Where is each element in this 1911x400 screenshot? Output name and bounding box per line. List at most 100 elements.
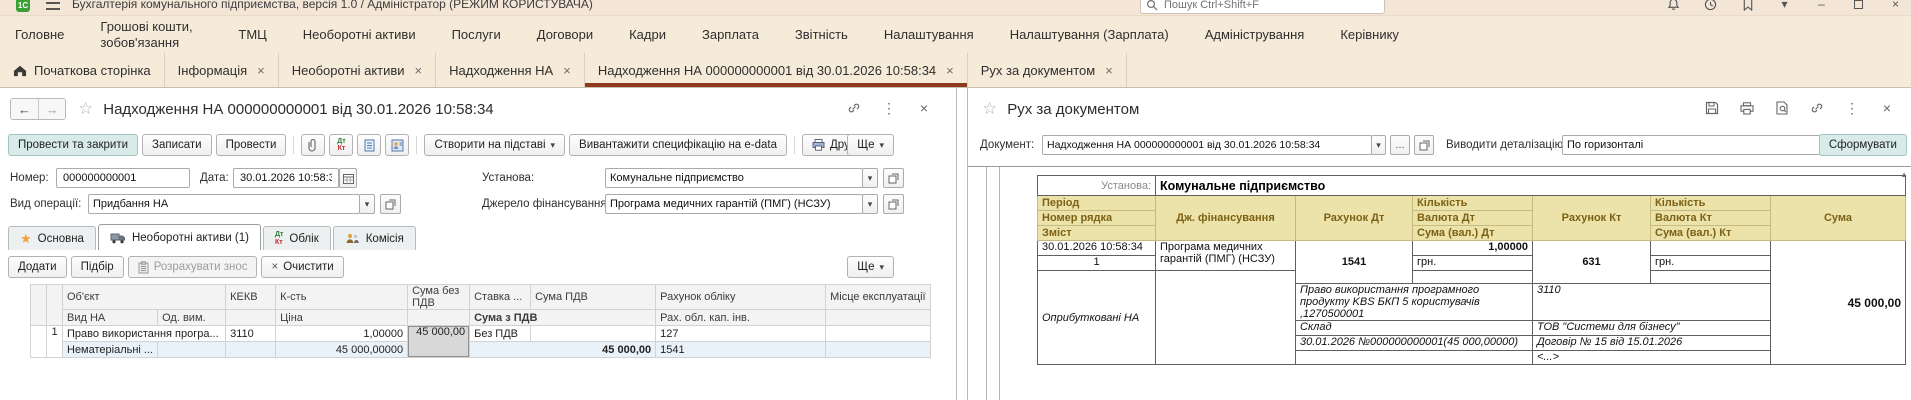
menu-kadry[interactable]: Кадри xyxy=(629,27,666,42)
tab-neoborotni-aktyvy-form[interactable]: Необоротні активи (1) xyxy=(97,224,261,250)
document-ref-field[interactable]: Надходження НА 000000000001 від 30.01.20… xyxy=(1042,135,1372,155)
menu-dohovory[interactable]: Договори xyxy=(537,27,593,42)
organization-dropdown-icon[interactable]: ▾ xyxy=(862,168,878,188)
clear-button[interactable]: × Очистити xyxy=(261,256,344,278)
tab-close-icon[interactable]: × xyxy=(563,63,571,78)
cell-account2[interactable]: 1541 xyxy=(655,341,827,359)
cell-rate[interactable]: Без ПДВ xyxy=(469,325,532,343)
col-sum-vat[interactable]: Сума з ПДВ xyxy=(469,309,657,327)
col-unit[interactable]: Од. вим. xyxy=(157,309,227,327)
menu-zvitnist[interactable]: Звітність xyxy=(795,27,848,42)
save-button[interactable]: Записати xyxy=(142,134,212,156)
col-sum-novat[interactable]: Сума без ПДВ xyxy=(407,283,471,311)
tab-osnovna[interactable]: ★ Основна xyxy=(8,226,96,250)
cell-qty[interactable]: 1,00000 xyxy=(275,325,409,343)
col-account[interactable]: Рахунок обліку xyxy=(655,283,827,311)
cell-kekv[interactable]: 3110 xyxy=(225,325,277,343)
document-register-button[interactable] xyxy=(357,134,382,156)
cell-sum-vat[interactable]: 45 000,00 xyxy=(469,341,657,359)
funding-source-field[interactable]: Програма медичних гарантій (ПМГ) (НСЗУ) xyxy=(605,194,863,214)
menu-nalashtuvannia[interactable]: Налаштування xyxy=(884,27,974,42)
menu-holovne[interactable]: Головне xyxy=(15,27,64,42)
col-account2[interactable]: Рах. обл. кап. інв. xyxy=(655,309,827,327)
operation-type-field[interactable]: Придбання НА xyxy=(88,194,360,214)
tab-oblik[interactable]: Дт Кт Облік xyxy=(263,226,331,250)
col-object[interactable]: Об'єкт xyxy=(61,283,227,311)
tab-informatsiia[interactable]: Інформація × xyxy=(165,53,279,87)
more-icon[interactable]: ⋮ xyxy=(1844,100,1860,116)
funding-source-open-icon[interactable] xyxy=(883,194,904,214)
number-field[interactable] xyxy=(56,168,190,188)
table-more-button[interactable]: Ще ▾ xyxy=(847,256,894,278)
grouping-gutter[interactable] xyxy=(986,167,1000,400)
cell-price[interactable]: 45 000,00000 xyxy=(275,341,409,359)
cell-sum-novat-selected[interactable]: 45 000,00 xyxy=(407,325,471,359)
menu-tmts[interactable]: ТМЦ xyxy=(238,27,266,42)
panel-splitter[interactable] xyxy=(956,88,968,400)
favorite-star-icon[interactable]: ☆ xyxy=(982,99,997,119)
organization-open-icon[interactable] xyxy=(883,168,904,188)
tab-close-icon[interactable]: × xyxy=(415,63,423,78)
preview-icon[interactable] xyxy=(1774,100,1790,116)
upload-spec-button[interactable]: Вивантажити специфікацію на e-data xyxy=(569,134,787,156)
document-ref-dropdown-icon[interactable]: ▾ xyxy=(1371,135,1386,155)
tab-home[interactable]: Початкова сторінка xyxy=(0,53,165,87)
tab-nadkhodzhennia-document[interactable]: Надходження НА 000000000001 від 30.01.20… xyxy=(584,53,968,87)
cell-type[interactable]: Нематеріальні ... xyxy=(61,341,159,359)
cell-vat[interactable] xyxy=(530,325,657,343)
col-place[interactable]: Місце експлуатації xyxy=(825,283,931,311)
favorites-icon[interactable] xyxy=(1740,0,1755,12)
tab-komisiia[interactable]: Комісія xyxy=(332,226,416,250)
restore-icon[interactable] xyxy=(1851,0,1866,12)
funding-source-dropdown-icon[interactable]: ▾ xyxy=(862,194,878,214)
search-input[interactable] xyxy=(1162,0,1362,12)
window-close-icon[interactable]: × xyxy=(1888,0,1903,12)
main-menu-icon[interactable] xyxy=(46,2,60,10)
tab-close-icon[interactable]: × xyxy=(257,63,265,78)
tab-nadkhodzhennia-na[interactable]: Надходження НА × xyxy=(436,53,585,87)
menu-kerivnyku[interactable]: Керівнику xyxy=(1340,27,1399,42)
pick-button[interactable]: Підбір xyxy=(70,256,124,278)
tab-close-icon[interactable]: × xyxy=(946,63,954,78)
contact-card-button[interactable] xyxy=(385,134,410,156)
col-rate[interactable]: Ставка ... xyxy=(469,283,532,311)
menu-neoborotni-aktyvy[interactable]: Необоротні активи xyxy=(303,27,416,42)
menu-hroshovi-koshty[interactable]: Грошові кошти, зобов'язання xyxy=(100,19,202,50)
date-field[interactable] xyxy=(233,168,339,188)
operation-type-dropdown-icon[interactable]: ▾ xyxy=(359,194,375,214)
notifications-icon[interactable] xyxy=(1666,0,1681,12)
save-icon[interactable] xyxy=(1704,100,1720,116)
tab-rukh-za-dokumentom[interactable]: Рух за документом × xyxy=(968,53,1127,87)
calc-depreciation-button[interactable]: Розрахувати знос xyxy=(127,256,258,278)
menu-posluhy[interactable]: Послуги xyxy=(452,27,501,42)
print-icon[interactable] xyxy=(1739,100,1755,116)
col-price[interactable]: Ціна xyxy=(275,309,409,327)
tab-neoborotni-aktyvy[interactable]: Необоротні активи × xyxy=(279,53,437,87)
menu-zarplata[interactable]: Зарплата xyxy=(702,27,759,42)
cell-unit[interactable] xyxy=(157,341,227,359)
dtkt-postings-button[interactable]: Дт Кт xyxy=(329,134,354,156)
panel-close-icon[interactable]: × xyxy=(1879,100,1895,116)
favorite-star-icon[interactable]: ☆ xyxy=(78,99,93,119)
link-icon[interactable] xyxy=(1809,100,1825,116)
menu-administruvannia[interactable]: Адміністрування xyxy=(1205,27,1305,42)
document-ref-open-icon[interactable] xyxy=(1414,135,1434,155)
add-row-button[interactable]: Додати xyxy=(8,256,67,278)
post-button[interactable]: Провести xyxy=(215,134,287,156)
detail-mode-field[interactable]: По горизонталі xyxy=(1562,135,1838,155)
more-icon[interactable]: ⋮ xyxy=(881,100,897,116)
cell-object[interactable]: Право використання програ... xyxy=(61,325,227,343)
toolbar-more-button[interactable]: Ще ▾ xyxy=(847,134,894,156)
history-icon[interactable] xyxy=(1703,0,1718,12)
cell-place[interactable] xyxy=(825,325,931,343)
post-and-close-button[interactable]: Провести та закрити xyxy=(8,134,139,156)
cell-account[interactable]: 127 xyxy=(655,325,827,343)
toolbar-caret-icon[interactable]: ▾ xyxy=(1777,0,1792,12)
attachments-button[interactable] xyxy=(301,134,326,156)
link-icon[interactable] xyxy=(846,100,862,116)
tab-close-icon[interactable]: × xyxy=(1105,63,1113,78)
generate-button[interactable]: Сформувати xyxy=(1818,134,1907,156)
col-vat[interactable]: Сума ПДВ xyxy=(530,283,657,311)
nav-forward-button[interactable]: → xyxy=(38,99,65,119)
global-search[interactable] xyxy=(1140,0,1385,14)
